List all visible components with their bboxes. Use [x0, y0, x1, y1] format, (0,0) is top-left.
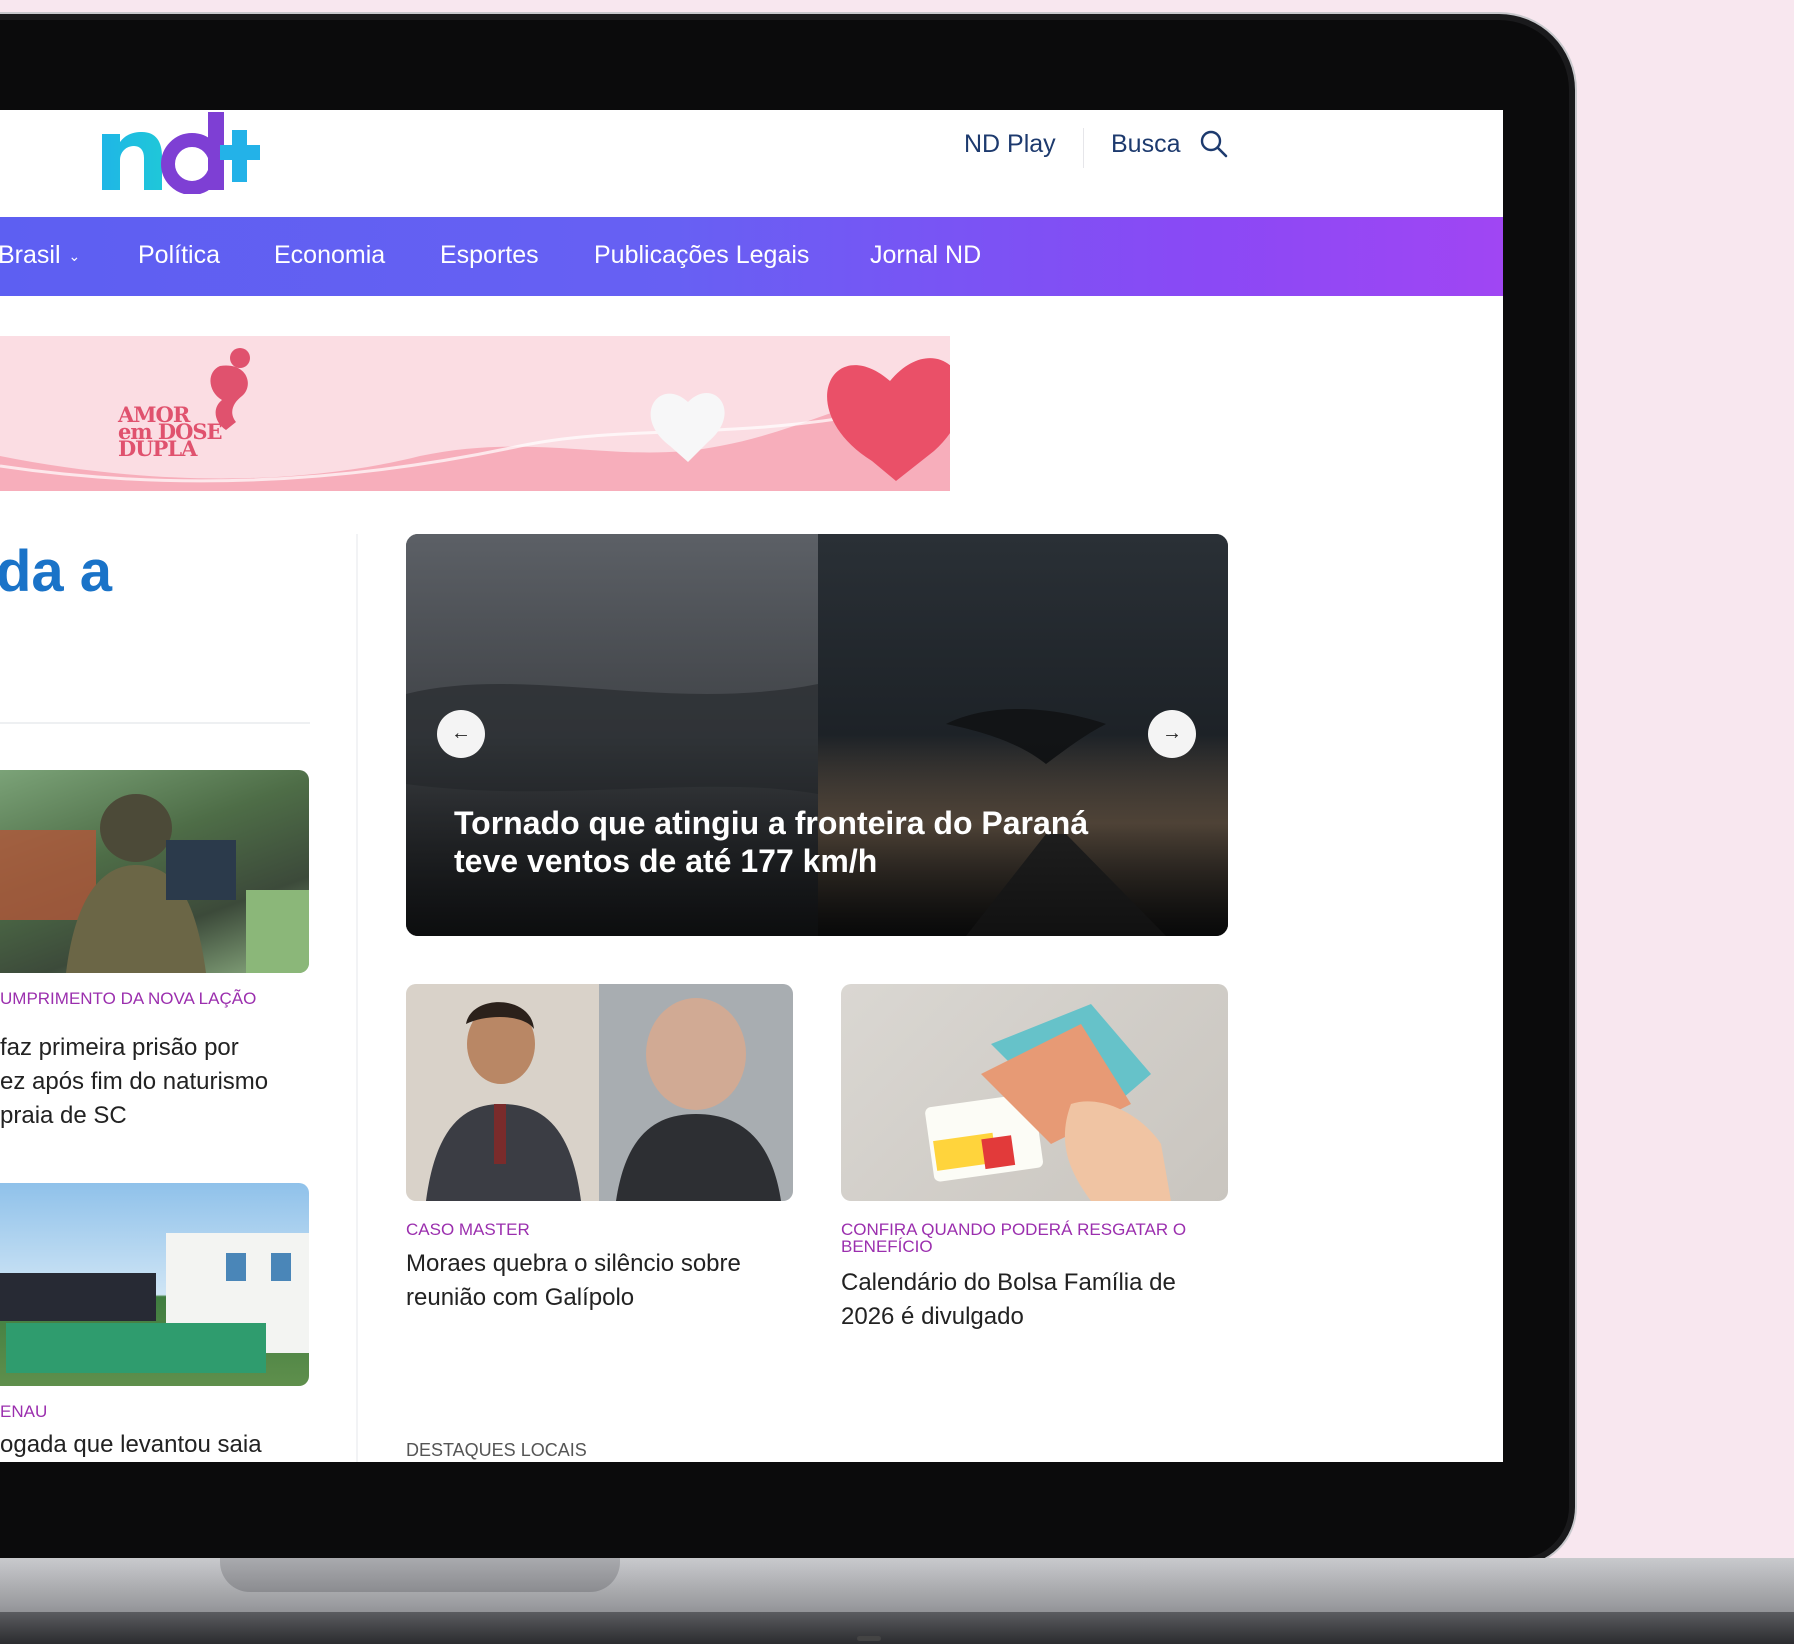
chevron-down-icon: ⌄ — [68, 247, 81, 264]
divider — [0, 722, 310, 724]
search-link[interactable]: Busca — [1111, 130, 1180, 159]
site-header: ND Play Busca — [0, 110, 1503, 217]
arrow-right-icon: → — [1162, 722, 1182, 744]
lead-headline[interactable]: da a — [0, 538, 112, 605]
grid-title[interactable]: Moraes quebra o silêncio sobre reunião c… — [406, 1247, 786, 1315]
column-divider — [356, 534, 358, 1462]
news-image-moraes[interactable] — [406, 984, 793, 1201]
card-title[interactable]: faz primeira prisão por ez após fim do n… — [0, 1031, 300, 1133]
nav-item-publicacoes[interactable]: Publicações Legais — [594, 241, 809, 270]
laptop-base-edge — [0, 1612, 1794, 1644]
photo-two-men — [406, 984, 793, 1201]
photo-building — [0, 1233, 309, 1373]
promo-banner[interactable]: AMOR em DOSE DUPLA — [0, 336, 950, 491]
laptop-hinge — [220, 1558, 620, 1592]
news-image-bolsa-familia[interactable] — [841, 984, 1228, 1201]
grid-kicker: CASO MASTER — [406, 1220, 530, 1239]
nav-item-economia[interactable]: Economia — [274, 241, 385, 270]
news-image-police[interactable] — [0, 770, 309, 973]
photo-card-money — [925, 1004, 1171, 1201]
main-nav: Brasil ⌄ Política Economia Esportes Publi… — [0, 217, 1503, 296]
search-icon[interactable] — [1199, 129, 1229, 159]
section-label: DESTAQUES LOCAIS — [406, 1440, 587, 1460]
arrow-left-icon: ← — [451, 722, 471, 744]
nav-item-brasil[interactable]: Brasil ⌄ — [0, 241, 80, 270]
photo-officer — [0, 794, 309, 973]
carousel-prev-button[interactable]: ← — [437, 710, 485, 758]
nd-play-link[interactable]: ND Play — [964, 130, 1056, 159]
grid-title[interactable]: Calendário do Bolsa Família de 2026 é di… — [841, 1266, 1221, 1334]
nav-item-politica[interactable]: Política — [138, 241, 220, 270]
laptop-notch — [857, 1636, 881, 1641]
nav-item-jornal[interactable]: Jornal ND — [870, 241, 981, 270]
hero-carousel[interactable]: ← → Tornado que atingiu a fronteira do P… — [406, 534, 1228, 936]
nav-item-esportes[interactable]: Esportes — [440, 241, 539, 270]
card-kicker: UMPRIMENTO DA NOVA LAÇÃO — [0, 989, 257, 1008]
card-title[interactable]: ogada que levantou saia — [0, 1428, 300, 1462]
carousel-next-button[interactable]: → — [1148, 710, 1196, 758]
grid-kicker: CONFIRA QUANDO PODERÁ RESGATAR O BENEFÍC… — [841, 1220, 1187, 1256]
hero-title[interactable]: Tornado que atingiu a fronteira do Paran… — [454, 804, 1154, 880]
header-divider — [1083, 128, 1084, 168]
browser-screen: ND Play Busca Brasil ⌄ Política Economia … — [0, 110, 1503, 1462]
banner-logo: AMOR em DOSE DUPLA — [118, 402, 223, 461]
nd-plus-logo[interactable] — [100, 112, 260, 194]
news-image-building[interactable] — [0, 1183, 309, 1386]
card-kicker: ENAU — [0, 1402, 48, 1421]
